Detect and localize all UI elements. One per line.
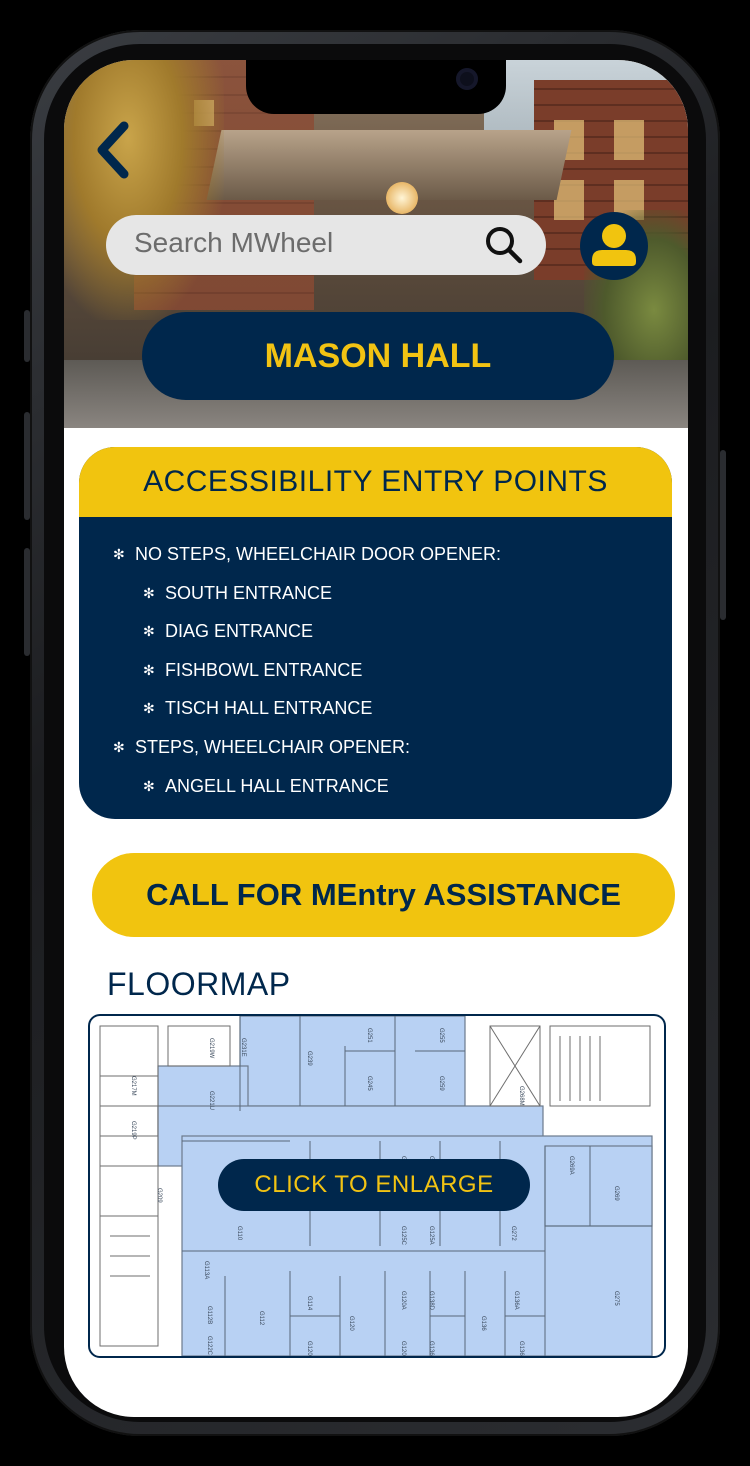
volume-up-button — [24, 412, 30, 520]
asterisk-bullet-icon: ✻ — [113, 546, 125, 562]
room-label: G269 — [613, 1186, 619, 1201]
accessibility-entry-text: STEPS, WHEELCHAIR OPENER: — [135, 736, 411, 757]
room-label: G239 — [306, 1051, 312, 1066]
room-label: G268M — [518, 1086, 524, 1106]
accessibility-entry: ✻ ANGELL HALL ENTRANCE — [79, 767, 672, 806]
asterisk-bullet-icon: ✻ — [113, 738, 125, 755]
room-label: G231E — [240, 1038, 246, 1057]
floormap-title: FLOORMAP — [107, 966, 291, 1002]
search-icon[interactable] — [484, 225, 524, 265]
room-label: G110 — [236, 1226, 242, 1241]
accessibility-entry: ✻ FISHBOWL ENTRANCE — [79, 651, 672, 690]
room-label: G122C — [206, 1336, 212, 1356]
accessibility-entry-text: FISHBOWL ENTRANCE — [165, 659, 363, 680]
room-label: G125C — [400, 1226, 406, 1246]
room-label: G275 — [613, 1291, 619, 1306]
room-label: G209 — [156, 1188, 162, 1203]
building-title-banner: MASON HALL — [142, 312, 614, 400]
accessibility-entry-text: DIAG ENTRANCE — [165, 621, 314, 642]
room-label: G269A — [568, 1156, 574, 1175]
room-label: G136A — [513, 1291, 519, 1310]
room-label: G112B — [206, 1306, 212, 1324]
accessibility-entry: ✻ STEPS, WHEELCHAIR OPENER: — [79, 728, 672, 767]
notch — [246, 60, 506, 114]
accessibility-entry: ✻ NO STEPS, WHEELCHAIR DOOR OPENER: — [79, 535, 672, 574]
room-label: G114 — [306, 1296, 312, 1311]
floormap-image[interactable]: G219W G231E G239 G251 G255 G217M G221U G245 G259… — [88, 1014, 666, 1358]
front-camera — [456, 68, 478, 90]
asterisk-bullet-icon: ✻ — [143, 700, 155, 717]
asterisk-bullet-icon: ✻ — [143, 584, 155, 601]
call-assistance-button[interactable]: CALL FOR MEntry ASSISTANCE — [92, 853, 675, 937]
power-button — [720, 450, 726, 620]
volume-down-button — [24, 548, 30, 656]
accessibility-entry-text: ANGELL HALL ENTRANCE — [165, 775, 389, 796]
mute-switch — [24, 310, 30, 362]
search-bar[interactable]: Search MWheel — [106, 215, 546, 275]
accessibility-entry: ✻ DIAG ENTRANCE — [79, 612, 672, 651]
room-label: G113A — [203, 1261, 209, 1279]
room-label: G136 — [480, 1316, 486, 1331]
room-label: G112 — [258, 1311, 264, 1326]
room-label: G259 — [438, 1076, 444, 1091]
accessibility-list: ✻ NO STEPS, WHEELCHAIR DOOR OPENER: ✻ SOUTH… — [79, 517, 672, 805]
asterisk-bullet-icon: ✻ — [143, 661, 155, 678]
back-button[interactable] — [92, 120, 132, 180]
room-label: G272 — [510, 1226, 516, 1241]
asterisk-bullet-icon: ✻ — [143, 623, 155, 640]
room-label: G221U — [208, 1091, 214, 1110]
room-label: G136C — [428, 1341, 434, 1356]
asterisk-bullet-icon: ✻ — [143, 777, 155, 794]
room-label: G120B — [400, 1341, 406, 1356]
room-label: G120 — [348, 1316, 354, 1331]
accessibility-entry-text: SOUTH ENTRANCE — [165, 582, 333, 603]
chevron-left-icon — [97, 121, 129, 179]
room-label: G120A — [400, 1291, 406, 1310]
room-label: G245 — [366, 1076, 372, 1091]
search-input[interactable]: Search MWheel — [134, 227, 333, 259]
room-label: G217M — [130, 1076, 136, 1096]
accessibility-entry: ✻ TISCH HALL ENTRANCE — [79, 689, 672, 728]
building-name: MASON HALL — [264, 337, 492, 375]
room-label: G125A — [428, 1226, 434, 1245]
app-screen: Search MWheel MASON HALL ACCESSIBILITY E… — [64, 60, 688, 1417]
user-icon — [592, 224, 636, 266]
accessibility-entry-text: NO STEPS, WHEELCHAIR DOOR OPENER: — [135, 544, 502, 564]
room-label: G138D — [428, 1291, 434, 1311]
accessibility-entry: ✻ SOUTH ENTRANCE — [79, 574, 672, 613]
accessibility-entry-text: TISCH HALL ENTRANCE — [165, 698, 373, 719]
room-label: G219W — [208, 1038, 214, 1059]
room-label: G251 — [366, 1028, 372, 1043]
profile-button[interactable] — [580, 212, 648, 280]
room-label: G219P — [130, 1121, 136, 1140]
accessibility-title: ACCESSIBILITY ENTRY POINTS — [79, 447, 672, 517]
room-label: G120C — [306, 1341, 312, 1356]
accessibility-card: ACCESSIBILITY ENTRY POINTS ✻ NO STEPS, WH… — [79, 447, 672, 819]
room-label: G255 — [438, 1028, 444, 1043]
click-to-enlarge-button[interactable]: CLICK TO ENLARGE — [218, 1159, 530, 1211]
room-label: G136B — [518, 1341, 524, 1356]
